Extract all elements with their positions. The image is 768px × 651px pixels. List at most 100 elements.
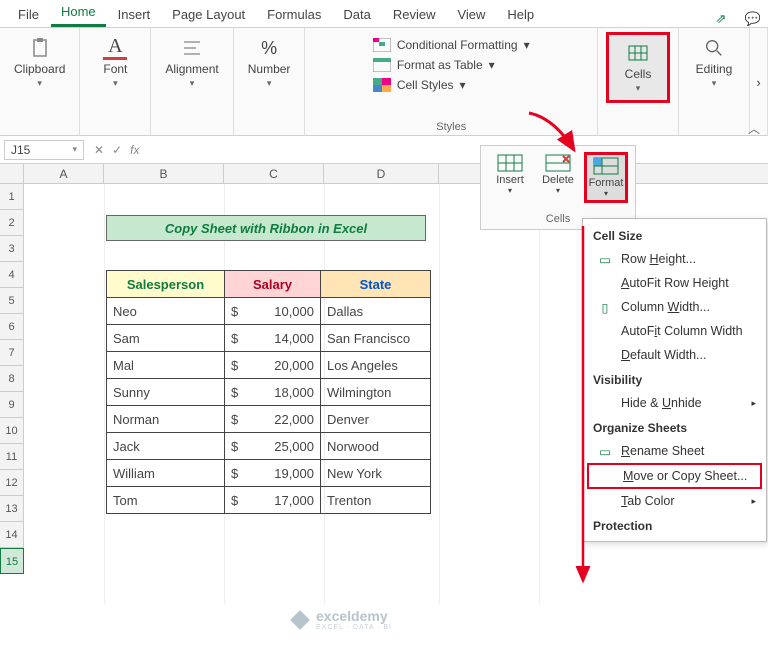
- table-row: Mal$20,000Los Angeles: [107, 352, 431, 379]
- row-head[interactable]: 11: [0, 444, 24, 470]
- grid-icon: [373, 38, 391, 52]
- insert-cells-icon: [497, 154, 523, 172]
- row-head[interactable]: 1: [0, 184, 24, 210]
- row-head[interactable]: 15: [0, 548, 24, 574]
- cell-styles-button[interactable]: Cell Styles ▾: [373, 78, 530, 92]
- select-all-corner[interactable]: [0, 164, 24, 184]
- tab-pagelayout[interactable]: Page Layout: [162, 2, 255, 27]
- chevron-down-icon: ▾: [37, 78, 42, 89]
- table-row: Jack$25,000Norwood: [107, 433, 431, 460]
- cell-styles-icon: [373, 78, 391, 92]
- tab-file[interactable]: File: [8, 2, 49, 27]
- row-head[interactable]: 8: [0, 366, 24, 392]
- confirm-icon[interactable]: ✓: [112, 143, 122, 157]
- menu-tab-color[interactable]: .Tab Color▸: [583, 489, 766, 513]
- row-head[interactable]: 10: [0, 418, 24, 444]
- menu-autofit-row[interactable]: .AutoFit Row Height: [583, 271, 766, 295]
- row-head[interactable]: 5: [0, 288, 24, 314]
- delete-button[interactable]: Delete▾: [536, 152, 580, 203]
- table-row: Norman$22,000Denver: [107, 406, 431, 433]
- table-row: Tom$17,000Trenton: [107, 487, 431, 514]
- ribbon-tabs: File Home Insert Page Layout Formulas Da…: [0, 0, 768, 28]
- rename-icon: ▭: [597, 444, 613, 458]
- data-table: Salesperson Salary State Neo$10,000Dalla…: [106, 270, 431, 514]
- col-width-icon: ▯: [597, 300, 613, 314]
- row-head[interactable]: 12: [0, 470, 24, 496]
- editing-button[interactable]: Editing ▾: [687, 32, 741, 93]
- tab-insert[interactable]: Insert: [108, 2, 161, 27]
- row-head[interactable]: 3: [0, 236, 24, 262]
- format-button[interactable]: Format▾: [584, 152, 628, 203]
- number-button[interactable]: % Number ▾: [242, 32, 297, 93]
- cells-button[interactable]: Cells ▾: [611, 37, 665, 98]
- format-as-table-button[interactable]: Format as Table ▾: [373, 58, 530, 72]
- fx-icon[interactable]: fx: [130, 143, 139, 157]
- col-head-c[interactable]: C: [224, 164, 324, 183]
- group-font: A Font ▾: [80, 28, 151, 135]
- font-icon: A: [103, 36, 127, 60]
- chevron-down-icon: ▾: [72, 144, 77, 155]
- insert-button[interactable]: Insert▾: [488, 152, 532, 203]
- percent-icon: %: [257, 36, 281, 60]
- table-icon: [373, 58, 391, 72]
- row-head[interactable]: 2: [0, 210, 24, 236]
- format-menu: Cell Size ▭Row Height... .AutoFit Row He…: [582, 218, 767, 542]
- col-head-b[interactable]: B: [104, 164, 224, 183]
- menu-header-cell-size: Cell Size: [583, 223, 766, 247]
- collapse-ribbon-icon[interactable]: ︿: [748, 120, 760, 137]
- menu-header-visibility: Visibility: [583, 367, 766, 391]
- table-row: William$19,000New York: [107, 460, 431, 487]
- header-state: State: [321, 271, 431, 298]
- col-head-d[interactable]: D: [324, 164, 439, 183]
- tab-review[interactable]: Review: [383, 2, 446, 27]
- font-button[interactable]: A Font ▾: [88, 32, 142, 93]
- row-height-icon: ▭: [597, 252, 613, 266]
- row-head[interactable]: 9: [0, 392, 24, 418]
- search-icon: [702, 36, 726, 60]
- logo-icon: [290, 610, 310, 630]
- tab-data[interactable]: Data: [333, 2, 380, 27]
- alignment-icon: [180, 36, 204, 60]
- tab-formulas[interactable]: Formulas: [257, 2, 331, 27]
- chevron-down-icon: ▾: [267, 78, 272, 89]
- tab-help[interactable]: Help: [497, 2, 544, 27]
- tab-view[interactable]: View: [447, 2, 495, 27]
- cancel-icon[interactable]: ✕: [94, 143, 104, 157]
- share-icon[interactable]: ⇗: [706, 11, 736, 27]
- row-head[interactable]: 13: [0, 496, 24, 522]
- row-head[interactable]: 6: [0, 314, 24, 340]
- table-row: Sunny$18,000Wilmington: [107, 379, 431, 406]
- tab-home[interactable]: Home: [51, 0, 106, 27]
- menu-column-width[interactable]: ▯Column Width...: [583, 295, 766, 319]
- annotation-arrow: [568, 226, 598, 591]
- menu-default-width[interactable]: .Default Width...: [583, 343, 766, 367]
- row-head[interactable]: 14: [0, 522, 24, 548]
- clipboard-button[interactable]: Clipboard ▾: [8, 32, 71, 93]
- menu-row-height[interactable]: ▭Row Height...: [583, 247, 766, 271]
- group-alignment: Alignment ▾: [151, 28, 233, 135]
- chevron-down-icon: ▾: [113, 78, 118, 89]
- row-head[interactable]: 7: [0, 340, 24, 366]
- menu-header-protection: Protection: [583, 513, 766, 537]
- menu-autofit-col[interactable]: .AutoFit Column Width: [583, 319, 766, 343]
- conditional-formatting-button[interactable]: Conditional Formatting ▾: [373, 38, 530, 52]
- ribbon-overflow[interactable]: ›: [750, 28, 768, 135]
- chevron-down-icon: ▾: [636, 83, 641, 94]
- table-row: Sam$14,000San Francisco: [107, 325, 431, 352]
- cells-icon: [626, 41, 650, 65]
- title-banner: Copy Sheet with Ribbon in Excel: [106, 215, 426, 241]
- group-cells: Cells ▾: [598, 28, 679, 135]
- chevron-right-icon: ›: [756, 75, 760, 90]
- table-row: Neo$10,000Dallas: [107, 298, 431, 325]
- watermark: exceldemyEXCEL · DATA · BI: [290, 608, 392, 631]
- menu-hide-unhide[interactable]: .Hide & Unhide▸: [583, 391, 766, 415]
- annotation-arrow: [524, 108, 584, 158]
- menu-move-or-copy[interactable]: .Move or Copy Sheet...: [587, 463, 762, 489]
- comments-icon[interactable]: 💬: [738, 11, 768, 27]
- row-head[interactable]: 4: [0, 262, 24, 288]
- menu-rename-sheet[interactable]: ▭Rename Sheet: [583, 439, 766, 463]
- group-editing: Editing ▾: [679, 28, 750, 135]
- name-box[interactable]: J15▾: [4, 140, 84, 160]
- col-head-a[interactable]: A: [24, 164, 104, 183]
- alignment-button[interactable]: Alignment ▾: [159, 32, 224, 93]
